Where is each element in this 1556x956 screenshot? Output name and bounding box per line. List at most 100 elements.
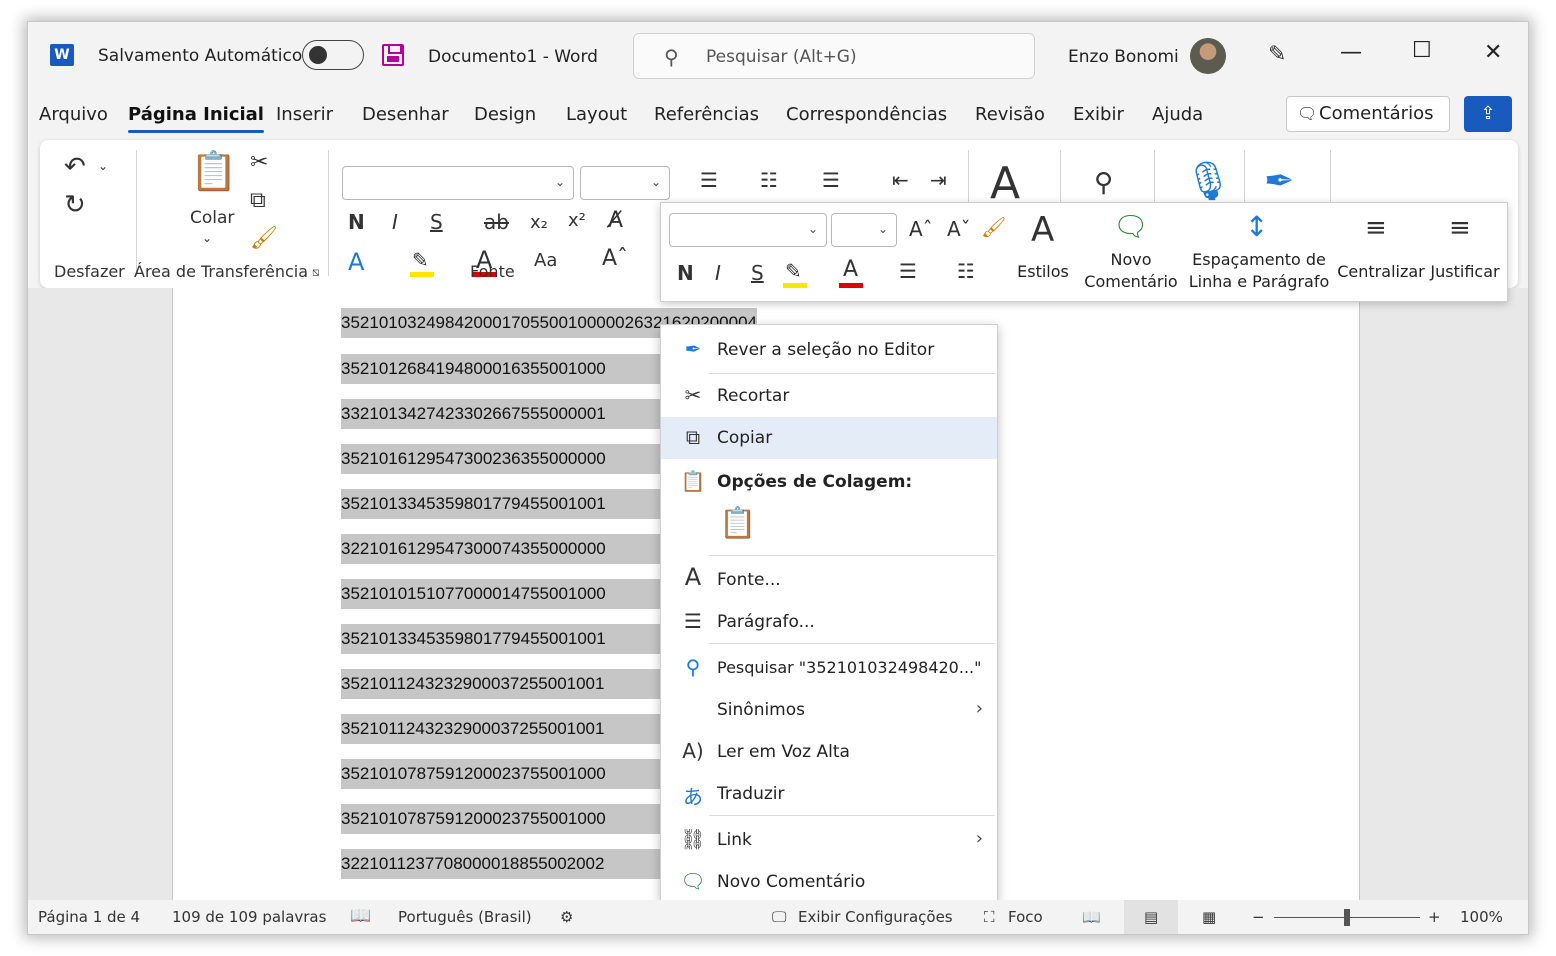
menu-item-font[interactable]: A Fonte... <box>661 559 997 601</box>
document-line[interactable]: 3521010787591200023755001000 <box>341 804 663 834</box>
share-button[interactable]: ⇪ <box>1464 96 1512 132</box>
text-effects-icon[interactable]: A <box>348 250 364 274</box>
autosave-toggle[interactable] <box>302 40 364 70</box>
paste-label[interactable]: Colar <box>190 210 234 227</box>
menu-item-read-aloud[interactable]: A) Ler em Voz Alta <box>661 731 997 773</box>
underline-button[interactable]: S <box>430 212 443 232</box>
display-settings[interactable]: Exibir Configurações <box>798 908 953 926</box>
menu-item-synonyms[interactable]: Sinônimos › <box>661 689 997 731</box>
bullets-icon[interactable]: ☰ <box>700 170 718 190</box>
document-line[interactable]: 3521010151077000014755001000 <box>341 579 663 609</box>
search-box[interactable]: ⚲ Pesquisar (Alt+G) <box>633 33 1035 79</box>
tab-design[interactable]: Design <box>474 104 536 125</box>
paste-icon[interactable]: 📋 <box>190 152 237 190</box>
increase-indent-icon[interactable]: ⇥ <box>930 170 947 190</box>
scissors-icon[interactable]: ✂ <box>250 152 268 174</box>
highlighter-icon[interactable]: ✎ <box>412 250 429 270</box>
menu-item-cut[interactable]: ✂ Recortar <box>661 375 997 417</box>
menu-item-translate[interactable]: あ Traduzir <box>661 773 997 815</box>
font-name-box[interactable]: ⌄ <box>342 166 574 200</box>
format-painter-icon[interactable]: 🖌 <box>981 217 1006 237</box>
styles-label[interactable]: Estilos <box>1013 261 1073 283</box>
mini-italic-button[interactable]: I <box>715 263 721 283</box>
tab-layout[interactable]: Layout <box>566 104 627 125</box>
styles-icon[interactable]: A <box>1031 213 1054 247</box>
grow-font-icon[interactable]: Aˆ <box>602 248 628 270</box>
copy-icon[interactable]: ⧉ <box>250 190 266 212</box>
undo-dropdown-icon[interactable]: ⌄ <box>98 160 108 172</box>
proofing-icon[interactable]: 📖 <box>350 906 371 926</box>
dialog-launcher-icon[interactable]: ⧅ <box>312 266 320 278</box>
document-line[interactable]: 3221011237708000018855002002 <box>341 849 663 879</box>
menu-item-search[interactable]: ⚲ Pesquisar "352101032498420..." <box>661 647 997 689</box>
font-size-box[interactable]: ⌄ <box>580 166 670 200</box>
mini-underline-button[interactable]: S <box>751 263 764 283</box>
numbering-icon[interactable]: ☷ <box>957 261 975 281</box>
document-line[interactable]: 3321013427423302667555000001 <box>341 399 663 429</box>
accessibility-icon[interactable]: ⚙ <box>560 908 573 926</box>
zoom-level[interactable]: 100% <box>1460 908 1503 926</box>
spacing-label-1[interactable]: Espaçamento de <box>1187 249 1331 271</box>
zoom-slider-thumb[interactable] <box>1344 909 1350 926</box>
justify-icon[interactable]: ≡ <box>1449 215 1471 241</box>
document-line[interactable]: 3521011243232900037255001001 <box>341 714 663 744</box>
language[interactable]: Português (Brasil) <box>398 908 532 926</box>
web-layout-icon[interactable]: ▦ <box>1202 908 1216 926</box>
paste-dropdown-icon[interactable]: ⌄ <box>202 232 212 244</box>
superscript-button[interactable]: x² <box>568 212 586 230</box>
comments-button[interactable]: 🗨 Comentários <box>1286 96 1450 132</box>
subscript-button[interactable]: x₂ <box>530 214 548 232</box>
tab-pagina-inicial[interactable]: Página Inicial <box>128 104 264 133</box>
line-spacing-icon[interactable]: ↕ <box>1245 213 1268 241</box>
new-comment-label-1[interactable]: Novo <box>1081 249 1181 271</box>
display-settings-icon[interactable]: 🖵 <box>772 908 786 926</box>
editor-icon[interactable]: ✒ <box>1264 164 1294 200</box>
mini-font-size-box[interactable]: ⌄ <box>831 213 897 247</box>
designer-pen-icon[interactable]: ✎ <box>1268 42 1286 67</box>
styles-icon[interactable]: A <box>990 162 1020 206</box>
decrease-indent-icon[interactable]: ⇤ <box>892 170 909 190</box>
menu-item-paragraph[interactable]: ☰ Parágrafo... <box>661 601 997 643</box>
document-line[interactable]: 3521010787591200023755001000 <box>341 759 663 789</box>
font-color-icon[interactable]: A <box>843 259 858 281</box>
tab-referencias[interactable]: Referências <box>654 104 759 125</box>
find-icon[interactable]: ⚲ <box>1094 170 1113 196</box>
document-line[interactable]: 3521013345359801779455001001 <box>341 489 663 519</box>
mini-font-name-box[interactable]: ⌄ <box>669 213 827 247</box>
close-icon[interactable]: ✕ <box>1484 40 1502 65</box>
tab-desenhar[interactable]: Desenhar <box>362 104 449 125</box>
mini-bold-button[interactable]: N <box>677 263 694 283</box>
undo-icon[interactable]: ↶ <box>64 154 86 180</box>
document-line[interactable]: 3521011243232900037255001001 <box>341 669 663 699</box>
tab-revisao[interactable]: Revisão <box>975 104 1045 125</box>
zoom-out-icon[interactable]: − <box>1252 908 1265 926</box>
tab-ajuda[interactable]: Ajuda <box>1152 104 1203 125</box>
redo-icon[interactable]: ↻ <box>64 192 86 218</box>
highlighter-icon[interactable]: ✎ <box>785 261 802 281</box>
new-comment-icon[interactable]: 🗨 <box>1113 213 1149 241</box>
focus-mode[interactable]: Foco <box>1008 908 1043 926</box>
save-icon[interactable] <box>382 44 404 66</box>
multilevel-list-icon[interactable]: ☰ <box>822 170 840 190</box>
focus-icon[interactable]: ⛶ <box>984 908 995 926</box>
justify-label[interactable]: Justificar <box>1427 261 1503 283</box>
bullets-icon[interactable]: ☰ <box>899 261 917 281</box>
italic-button[interactable]: I <box>392 212 398 232</box>
zoom-in-icon[interactable]: + <box>1428 908 1441 926</box>
page-count[interactable]: Página 1 de 4 <box>38 908 140 926</box>
menu-item-new-comment[interactable]: 🗨 Novo Comentário <box>661 861 997 903</box>
tab-exibir[interactable]: Exibir <box>1073 104 1124 125</box>
align-center-icon[interactable]: ≡ <box>1365 215 1387 241</box>
document-line[interactable]: 3521013345359801779455001001 <box>341 624 663 654</box>
minimize-icon[interactable]: — <box>1340 40 1362 65</box>
tab-inserir[interactable]: Inserir <box>276 104 333 125</box>
menu-item-editor[interactable]: ✒ Rever a seleção no Editor <box>661 329 997 371</box>
dictate-icon[interactable]: 🎙 <box>1184 162 1232 200</box>
document-line[interactable]: 3221016129547300074355000000 <box>341 534 663 564</box>
spacing-label-2[interactable]: Linha e Parágrafo <box>1187 271 1331 293</box>
format-painter-icon[interactable]: 🖌 <box>250 228 278 250</box>
tab-arquivo[interactable]: Arquivo <box>39 104 108 125</box>
maximize-icon[interactable]: ☐ <box>1412 38 1432 63</box>
center-label[interactable]: Centralizar <box>1337 261 1425 283</box>
shrink-font-icon[interactable]: Aˇ <box>947 219 971 239</box>
